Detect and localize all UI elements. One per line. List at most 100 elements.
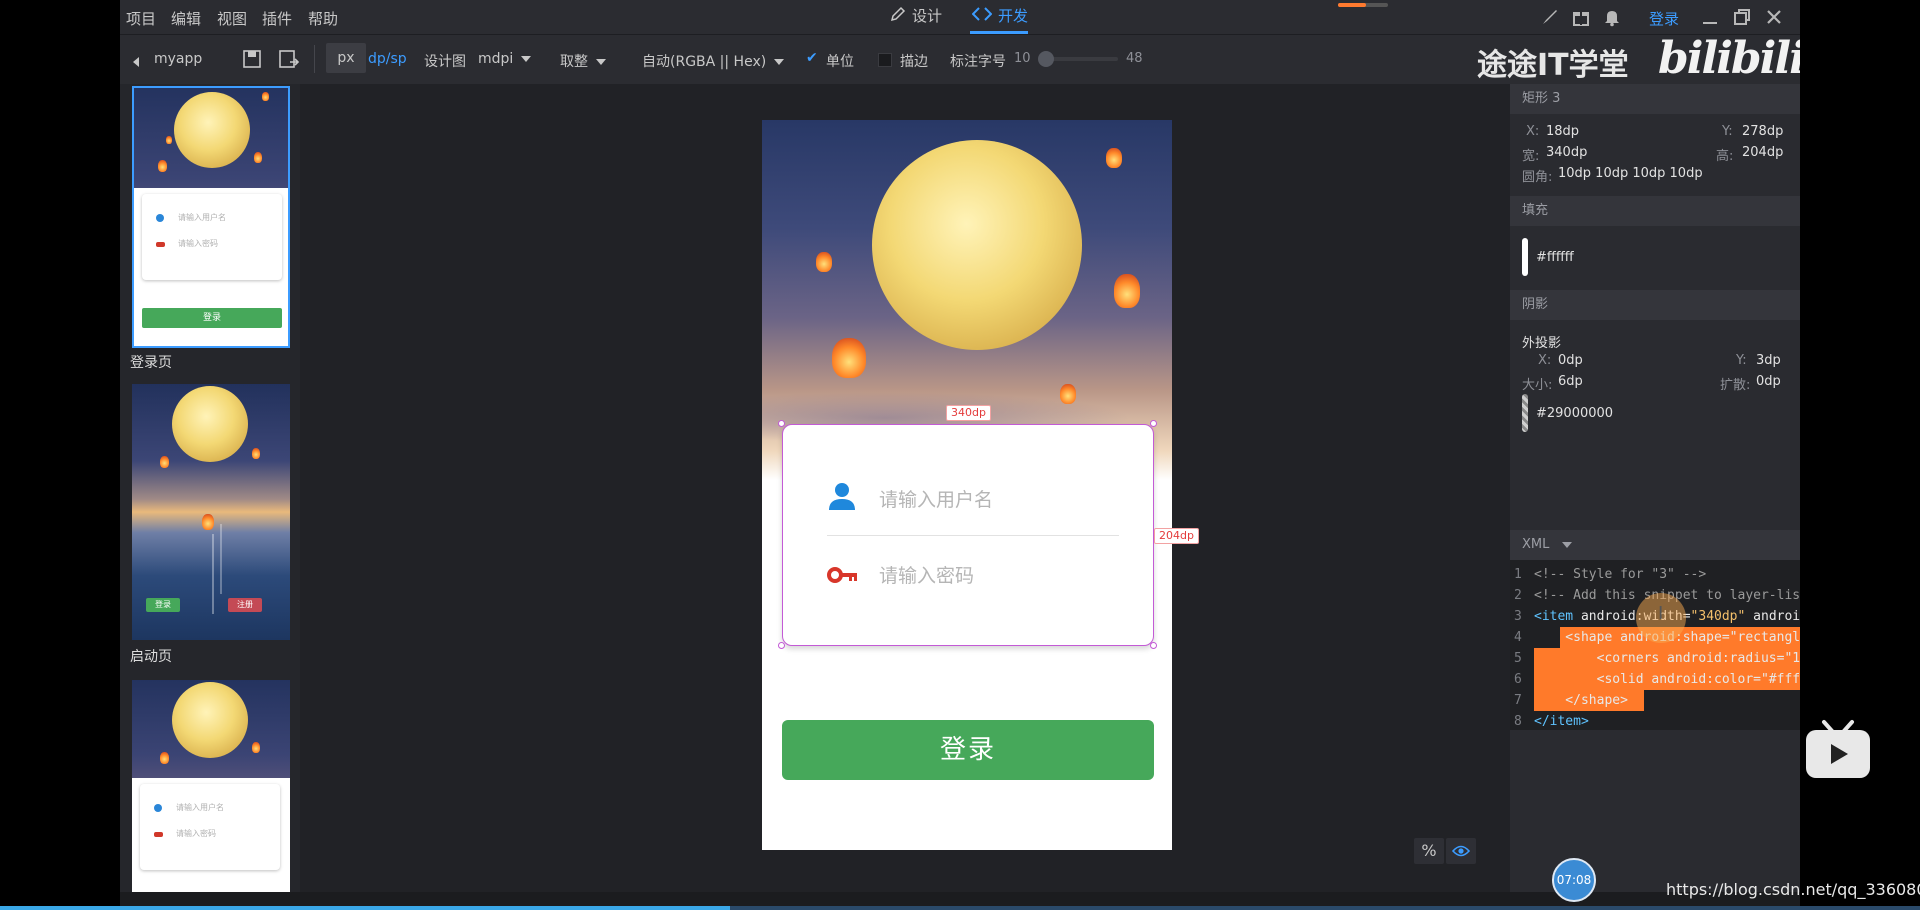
- code-text: <corners android:radius="10dp" />: [1534, 648, 1800, 669]
- brush-icon[interactable]: [1540, 7, 1560, 27]
- height-label: 高:: [1716, 149, 1734, 164]
- shadow-spread-value[interactable]: 0dp: [1756, 374, 1781, 389]
- minimize-icon[interactable]: [1700, 7, 1720, 27]
- resize-handle[interactable]: [1150, 642, 1157, 649]
- download-progress: [1338, 3, 1388, 7]
- login-card[interactable]: 请输入用户名 请输入密码: [782, 424, 1154, 646]
- thumb-login-button: 登录: [142, 308, 282, 328]
- code-line[interactable]: 8 </item>: [1510, 711, 1800, 730]
- font-size-slider[interactable]: [1044, 57, 1118, 61]
- resize-handle[interactable]: [778, 642, 785, 649]
- project-name[interactable]: myapp: [154, 51, 202, 67]
- lantern-image: [832, 338, 866, 378]
- menu-help[interactable]: 帮助: [308, 8, 338, 29]
- page-thumb-3[interactable]: 请输入用户名 请输入密码: [132, 680, 290, 894]
- login-link[interactable]: 登录: [1649, 8, 1679, 29]
- x-value[interactable]: 18dp: [1546, 124, 1579, 139]
- line-number: 1: [1514, 567, 1522, 582]
- line-number: 6: [1514, 672, 1522, 687]
- menu-project[interactable]: 项目: [126, 8, 156, 29]
- code-line[interactable]: 6 <solid android:color="#ffffff" />: [1510, 669, 1800, 690]
- font-size-max: 48: [1126, 51, 1143, 66]
- page-thumb-splash[interactable]: 登录 注册: [132, 384, 290, 640]
- xml-header[interactable]: XML: [1510, 530, 1800, 560]
- restore-icon[interactable]: [1732, 7, 1752, 27]
- export-icon[interactable]: [278, 49, 300, 73]
- phone-artboard[interactable]: 请输入用户名 请输入密码 登录: [762, 120, 1172, 850]
- menu-plugins[interactable]: 插件: [262, 8, 292, 29]
- shadow-x-value[interactable]: 0dp: [1558, 353, 1583, 368]
- xml-code-editor[interactable]: 1<!-- Style for "3" -->2<!-- Add this sn…: [1510, 560, 1800, 730]
- user-icon: [827, 481, 857, 515]
- tab-design[interactable]: 设计: [890, 5, 942, 26]
- stroke-checkbox[interactable]: [878, 53, 892, 67]
- rounding-select[interactable]: 取整: [560, 51, 606, 71]
- chevron-down-icon: [774, 59, 785, 65]
- page-label-login[interactable]: 登录页: [130, 352, 172, 372]
- eye-icon[interactable]: [1446, 838, 1476, 864]
- code-line[interactable]: 5 <corners android:radius="10dp" />: [1510, 648, 1800, 669]
- video-progress-bar[interactable]: [0, 906, 1920, 910]
- color-format-select[interactable]: 自动(RGBA || Hex): [642, 51, 785, 71]
- unit-checkbox[interactable]: ✔: [806, 50, 818, 66]
- code-token: <solid android:color="#ffffff" />: [1596, 672, 1800, 687]
- radius-value[interactable]: 10dp 10dp 10dp 10dp: [1558, 166, 1703, 181]
- lantern-image: [254, 152, 262, 163]
- percent-tool-button[interactable]: %: [1414, 838, 1444, 864]
- close-icon[interactable]: [1764, 7, 1784, 27]
- fill-color-value[interactable]: #ffffff: [1536, 250, 1574, 265]
- watermark-text: 途途IT学堂: [1477, 48, 1629, 83]
- shadow-color-value[interactable]: #29000000: [1536, 406, 1613, 421]
- lantern-image: [202, 514, 214, 530]
- resize-handle[interactable]: [1150, 420, 1157, 427]
- height-measure-badge: 204dp: [1154, 528, 1199, 544]
- login-button[interactable]: 登录: [782, 720, 1154, 780]
- thumb-username-placeholder: 请输入用户名: [176, 803, 224, 812]
- shadow-spread-label: 扩散:: [1720, 378, 1751, 393]
- resize-handle[interactable]: [778, 420, 785, 427]
- design-canvas[interactable]: 请输入用户名 请输入密码 登录 340dp 204dp %: [300, 84, 1510, 892]
- fill-color-swatch[interactable]: [1522, 238, 1528, 276]
- menu-view[interactable]: 视图: [217, 8, 247, 29]
- code-line[interactable]: 1 <!-- Style for "3" -->: [1510, 564, 1800, 585]
- thumb-card: 请输入用户名 请输入密码: [142, 194, 282, 280]
- unit-px-button[interactable]: px: [326, 43, 366, 73]
- font-size-slider-handle[interactable]: [1038, 51, 1054, 67]
- shadow-color-swatch[interactable]: [1522, 394, 1528, 432]
- density-select[interactable]: mdpi: [478, 51, 532, 67]
- menu-edit[interactable]: 编辑: [171, 8, 201, 29]
- shadow-y-value[interactable]: 3dp: [1756, 353, 1781, 368]
- code-line[interactable]: 7 </shape>: [1510, 690, 1800, 711]
- code-text: <!-- Style for "3" -->: [1534, 564, 1706, 585]
- thumb-password-placeholder: 请输入密码: [178, 239, 218, 248]
- shadow-y-label: Y:: [1736, 353, 1747, 368]
- code-text: </shape>: [1534, 690, 1628, 711]
- height-value[interactable]: 204dp: [1742, 145, 1783, 160]
- save-icon[interactable]: [242, 49, 262, 73]
- unit-dp-button[interactable]: dp/sp: [368, 51, 407, 67]
- tab-develop[interactable]: 开发: [971, 5, 1028, 26]
- line-number: 2: [1514, 588, 1522, 603]
- field-divider: [827, 535, 1119, 536]
- bilibili-tv-icon[interactable]: [1804, 718, 1872, 780]
- password-input[interactable]: 请输入密码: [879, 561, 974, 588]
- radius-label: 圆角:: [1522, 170, 1553, 185]
- page-label-splash[interactable]: 启动页: [130, 646, 172, 666]
- bilibili-logo: bilibili: [1658, 33, 1800, 84]
- moon-image: [172, 386, 248, 462]
- bell-icon[interactable]: [1602, 7, 1622, 27]
- width-value[interactable]: 340dp: [1546, 145, 1587, 160]
- outer-shadow-label: 外投影: [1522, 336, 1562, 351]
- caret-left-icon[interactable]: [132, 53, 140, 72]
- code-text: <solid android:color="#ffffff" />: [1534, 669, 1800, 690]
- gift-icon[interactable]: [1571, 7, 1591, 27]
- shadow-size-value[interactable]: 6dp: [1558, 374, 1583, 389]
- unit-checkbox-label: 单位: [826, 54, 854, 70]
- y-value[interactable]: 278dp: [1742, 124, 1783, 139]
- fill-header: 填充: [1510, 196, 1800, 226]
- rounding-value: 取整: [560, 54, 588, 70]
- page-list: 请输入用户名 请输入密码 登录 登录页 登录 注册 启动页 请输入用户名 请输入…: [120, 84, 300, 894]
- username-input[interactable]: 请输入用户名: [879, 485, 993, 512]
- page-thumb-login[interactable]: 请输入用户名 请输入密码 登录: [132, 86, 290, 348]
- shadow-x-label: X:: [1538, 353, 1552, 368]
